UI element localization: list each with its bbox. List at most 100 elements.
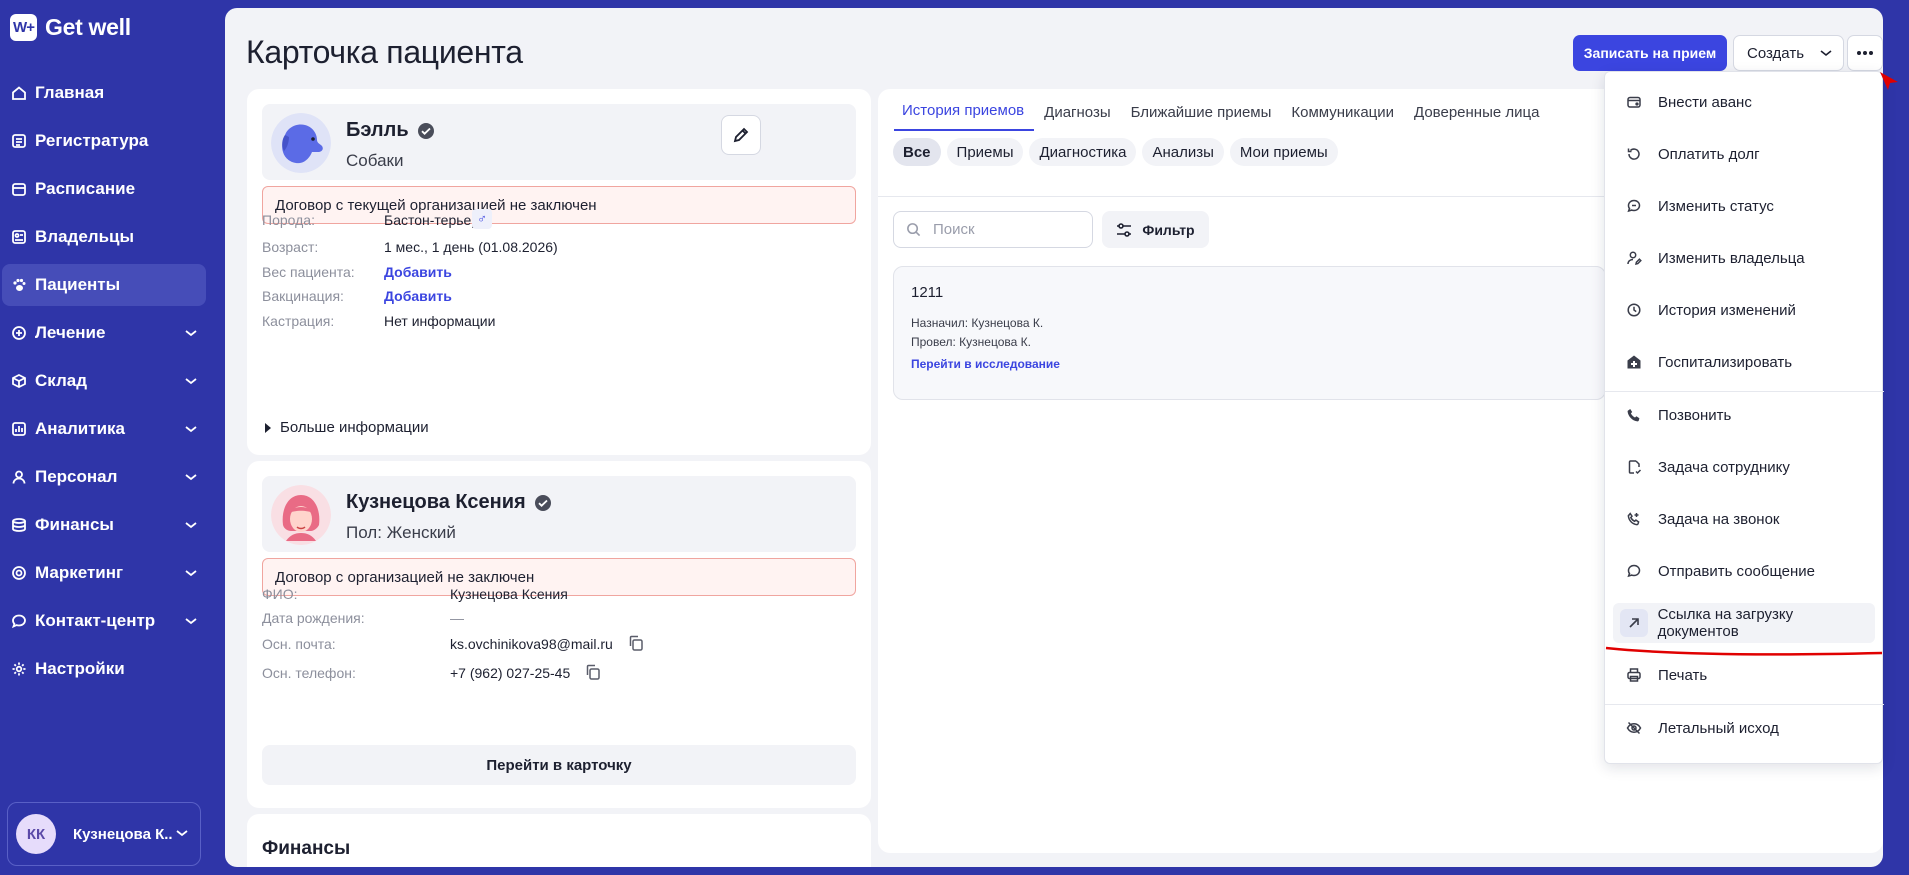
email-value: ks.ovchinikova98@mail.ru — [450, 636, 613, 652]
sidebar-item-marketing[interactable]: Маркетинг — [2, 552, 206, 594]
add-vaccination-link[interactable]: Добавить — [384, 288, 452, 304]
menu-item-document-upload-link[interactable]: Ссылка на загрузку документов — [1613, 603, 1875, 643]
age-value: 1 мес., 1 день (01.08.2026) — [384, 239, 558, 255]
visit-card[interactable]: 1211 Назначил: Кузнецова К. Провел: Кузн… — [893, 266, 1606, 400]
book-appointment-button[interactable]: Записать на прием — [1573, 35, 1727, 71]
menu-item-advance[interactable]: Внести аванс — [1613, 82, 1875, 122]
sidebar-item-label: Регистратура — [35, 131, 149, 150]
annotation-underline — [1605, 646, 1883, 656]
sidebar-item-schedule[interactable]: Расписание — [2, 168, 206, 210]
finance-card: Финансы — [247, 814, 871, 867]
sidebar-item-patients[interactable]: Пациенты — [2, 264, 206, 306]
visit-number: 1211 — [911, 284, 944, 301]
menu-item-print[interactable]: Печать — [1613, 655, 1875, 695]
patient-name: Бэлль — [346, 119, 435, 142]
owner-card: Кузнецова Ксения Пол: Женский Договор с … — [247, 461, 871, 808]
search-input[interactable]: Поиск — [893, 211, 1093, 248]
weight-label: Вес пациента: — [262, 264, 355, 280]
owner-name-text: Кузнецова Ксения — [346, 491, 526, 513]
add-weight-link[interactable]: Добавить — [384, 264, 452, 280]
calendar-icon — [12, 183, 26, 196]
sidebar: W+ Get well Главная Регистратура Расписа… — [0, 0, 225, 875]
logo-mark: W+ — [10, 14, 37, 41]
menu-item-hospitalize[interactable]: Госпитализировать — [1613, 342, 1875, 382]
filter-button[interactable]: Фильтр — [1102, 211, 1209, 248]
menu-item-call-task[interactable]: Задача на звонок — [1613, 499, 1875, 539]
chip-analyses[interactable]: Анализы — [1142, 138, 1224, 166]
page-title: Карточка пациента — [246, 34, 523, 70]
home-icon — [12, 86, 26, 100]
menu-item-label: Внести аванс — [1658, 93, 1752, 111]
sidebar-item-staff[interactable]: Персонал — [2, 456, 206, 498]
menu-item-change-history[interactable]: История изменений — [1613, 290, 1875, 330]
create-button-label: Создать — [1747, 44, 1805, 62]
go-to-owner-card-button[interactable]: Перейти в карточку — [262, 745, 856, 785]
user-profile[interactable]: КК Кузнецова К... — [7, 802, 201, 866]
search-placeholder: Поиск — [933, 221, 975, 238]
database-icon — [12, 518, 26, 532]
sidebar-item-label: Склад — [35, 371, 88, 390]
sidebar-item-label: Аналитика — [35, 419, 125, 438]
menu-item-label: Отправить сообщение — [1658, 562, 1816, 580]
more-info-toggle[interactable]: Больше информации — [264, 419, 429, 436]
tab-trusted-persons[interactable]: Доверенные лица — [1406, 104, 1549, 131]
sidebar-item-finance[interactable]: Финансы — [2, 504, 206, 546]
menu-item-label: Задача на звонок — [1658, 510, 1780, 528]
more-actions-menu: Внести аванс Оплатить долг Изменить стат… — [1604, 71, 1884, 764]
sidebar-item-label: Пациенты — [35, 275, 121, 294]
sex-icon: ♂ — [472, 209, 492, 229]
menu-item-change-owner[interactable]: Изменить владельца — [1613, 238, 1875, 278]
more-dots-icon — [1857, 51, 1873, 55]
menu-item-change-status[interactable]: Изменить статус — [1613, 186, 1875, 226]
edit-patient-button[interactable] — [721, 115, 761, 155]
more-actions-button[interactable] — [1847, 35, 1883, 71]
tab-upcoming-visits[interactable]: Ближайшие приемы — [1123, 104, 1282, 131]
copy-icon[interactable] — [584, 663, 602, 681]
sidebar-item-registry[interactable]: Регистратура — [2, 120, 206, 162]
create-dropdown-button[interactable]: Создать — [1733, 35, 1844, 71]
patient-header: Бэлль Собаки — [262, 104, 856, 180]
sidebar-item-warehouse[interactable]: Склад — [2, 360, 206, 402]
chip-diagnostics[interactable]: Диагностика — [1029, 138, 1137, 166]
menu-divider — [1605, 704, 1884, 705]
tab-diagnoses[interactable]: Диагнозы — [1036, 104, 1120, 131]
tab-visit-history[interactable]: История приемов — [894, 102, 1035, 131]
eye-off-icon — [1620, 714, 1648, 742]
sidebar-item-home[interactable]: Главная — [2, 72, 206, 114]
sidebar-item-treatment[interactable]: Лечение — [2, 312, 206, 354]
go-to-study-link[interactable]: Перейти в исследование — [911, 357, 1060, 371]
chevron-down-icon — [185, 522, 197, 529]
menu-item-label: Летальный исход — [1658, 719, 1779, 737]
email-row: Осн. почта: ks.ovchinikova98@mail.ru — [262, 633, 856, 655]
vaccination-row: Вакцинация: Добавить — [262, 286, 856, 306]
tab-communications[interactable]: Коммуникации — [1283, 104, 1404, 131]
avatar: КК — [16, 814, 56, 854]
sidebar-item-owners[interactable]: Владельцы — [2, 216, 206, 258]
chip-visits[interactable]: Приемы — [946, 138, 1024, 166]
divider — [878, 196, 1606, 197]
menu-item-label: Оплатить долг — [1658, 145, 1760, 163]
sidebar-item-label: Расписание — [35, 179, 136, 198]
menu-item-call[interactable]: Позвонить — [1613, 395, 1875, 435]
owner-header: Кузнецова Ксения Пол: Женский — [262, 476, 856, 552]
chip-my-visits[interactable]: Мои приемы — [1229, 138, 1338, 166]
sidebar-item-analytics[interactable]: Аналитика — [2, 408, 206, 450]
breed-label: Порода: — [262, 212, 315, 228]
menu-item-send-message[interactable]: Отправить сообщение — [1613, 551, 1875, 591]
caret-right-icon — [265, 422, 271, 433]
sidebar-item-settings[interactable]: Настройки — [2, 648, 206, 690]
visit-assigned: Назначил: Кузнецова К. — [911, 316, 1044, 330]
sidebar-item-label: Владельцы — [35, 227, 134, 246]
menu-item-fatal-outcome[interactable]: Летальный исход — [1613, 708, 1875, 748]
logo[interactable]: W+ Get well — [10, 14, 131, 41]
menu-item-staff-task[interactable]: Задача сотруднику — [1613, 447, 1875, 487]
age-label: Возраст: — [262, 239, 319, 255]
chip-all[interactable]: Все — [893, 138, 941, 166]
refresh-icon — [1620, 140, 1648, 168]
castration-label: Кастрация: — [262, 313, 335, 329]
registry-icon — [12, 134, 26, 148]
copy-icon[interactable] — [627, 634, 645, 652]
chevron-down-icon — [185, 570, 197, 577]
sidebar-item-contact-center[interactable]: Контакт-центр — [2, 600, 206, 642]
menu-item-pay-debt[interactable]: Оплатить долг — [1613, 134, 1875, 174]
